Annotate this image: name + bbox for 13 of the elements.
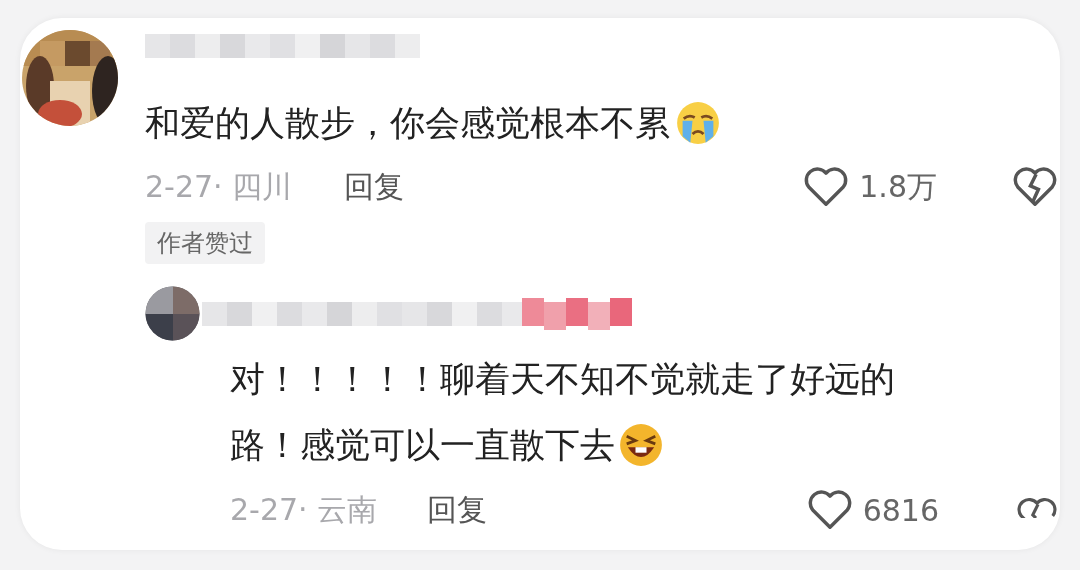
like-button[interactable]: 6816: [806, 489, 939, 531]
heart-icon[interactable]: [803, 166, 850, 208]
comment-text: 和爱的人散步，你会感觉根本不累: [145, 98, 720, 148]
crying-face-icon: [676, 101, 720, 145]
author-liked-badge: 作者赞过: [145, 222, 265, 264]
like-button[interactable]: 1.8万: [803, 166, 937, 208]
heart-icon[interactable]: [806, 489, 853, 531]
laughing-face-icon: [619, 423, 663, 467]
comment-date-location: 2-27· 四川: [145, 167, 293, 206]
reply-date-location: 2-27· 云南: [230, 490, 378, 529]
reply-text: 对！！！！！聊着天不知不觉就走了好远的路！感觉可以一直散下去: [230, 358, 896, 469]
reply-button[interactable]: 回复: [427, 489, 488, 531]
reply-button[interactable]: 回复: [344, 166, 405, 208]
